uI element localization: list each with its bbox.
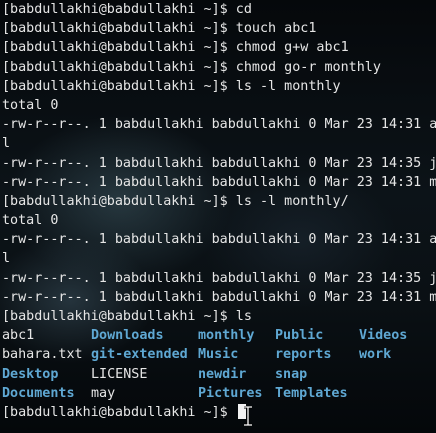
ls-entry-dir: Videos [359, 328, 408, 344]
ls-entry-dir: Pictures [198, 385, 263, 401]
ls-entry-dir: Templates [275, 385, 348, 401]
terminal-line: total 0 [2, 97, 59, 113]
ls-row: Documents may Pictures Templates [2, 384, 436, 403]
ibeam-cursor-icon [244, 406, 252, 426]
ls-entry-dir: Music [198, 347, 239, 363]
terminal-line: l [2, 251, 11, 267]
ls-entry-dir: Downloads [91, 328, 164, 344]
terminal-line: [babdullakhi@babdullakhi ~]$ touch abc1 [2, 21, 317, 37]
terminal-line: [babdullakhi@babdullakhi ~]$ ls -l month… [2, 78, 341, 94]
terminal-output: [babdullakhi@babdullakhi ~]$ cd [babdull… [2, 0, 436, 422]
ls-entry-file: bahara.txt [2, 347, 83, 363]
prompt-line[interactable]: [babdullakhi@babdullakhi ~]$ [2, 403, 436, 422]
ls-entry-dir: work [359, 347, 392, 363]
terminal-line: -rw-r--r--. 1 babdullakhi babdullakhi 0 … [2, 174, 436, 190]
ls-entry-dir: snap [275, 366, 308, 382]
terminal-line: -rw-r--r--. 1 babdullakhi babdullakhi 0 … [2, 289, 436, 305]
terminal-line: [babdullakhi@babdullakhi ~]$ ls [2, 309, 252, 324]
ls-entry-dir: monthly [198, 328, 255, 344]
terminal-line: [babdullakhi@babdullakhi ~]$ chmod go-r … [2, 59, 381, 75]
ls-row: bahara.txt git-extended Music reports wo… [2, 345, 436, 364]
ls-row: abc1 Downloads monthly Public Videos [2, 326, 436, 345]
terminal-line: -rw-r--r--. 1 babdullakhi babdullakhi 0 … [2, 117, 436, 133]
terminal-line: -rw-r--r--. 1 babdullakhi babdullakhi 0 … [2, 155, 436, 171]
ls-entry-dir: Documents [2, 385, 75, 401]
ls-entry-file: LICENSE [91, 366, 148, 382]
ls-entry-dir: newdir [198, 366, 247, 382]
ls-entry-file: may [91, 385, 116, 401]
ls-entry-file: abc1 [2, 328, 35, 344]
ls-output: abc1 Downloads monthly Public Videos bah… [2, 326, 436, 403]
ls-entry-dir: Public [275, 328, 324, 344]
terminal-line: -rw-r--r--. 1 babdullakhi babdullakhi 0 … [2, 270, 436, 286]
ls-row: Desktop LICENSE newdir snap [2, 365, 436, 384]
terminal-line: [babdullakhi@babdullakhi ~]$ chmod g+w a… [2, 40, 349, 56]
terminal-line: -rw-r--r--. 1 babdullakhi babdullakhi 0 … [2, 232, 436, 248]
ls-entry-dir: git-extended [91, 347, 188, 363]
terminal-line: [babdullakhi@babdullakhi ~]$ ls -l month… [2, 193, 349, 209]
terminal-line: [babdullakhi@babdullakhi ~]$ cd [2, 2, 252, 17]
ls-entry-dir: Desktop [2, 366, 59, 382]
terminal-window[interactable]: [babdullakhi@babdullakhi ~]$ cd [babdull… [0, 0, 436, 433]
terminal-line: l [2, 136, 11, 152]
ls-entry-dir: reports [275, 347, 332, 363]
terminal-line: total 0 [2, 213, 59, 229]
